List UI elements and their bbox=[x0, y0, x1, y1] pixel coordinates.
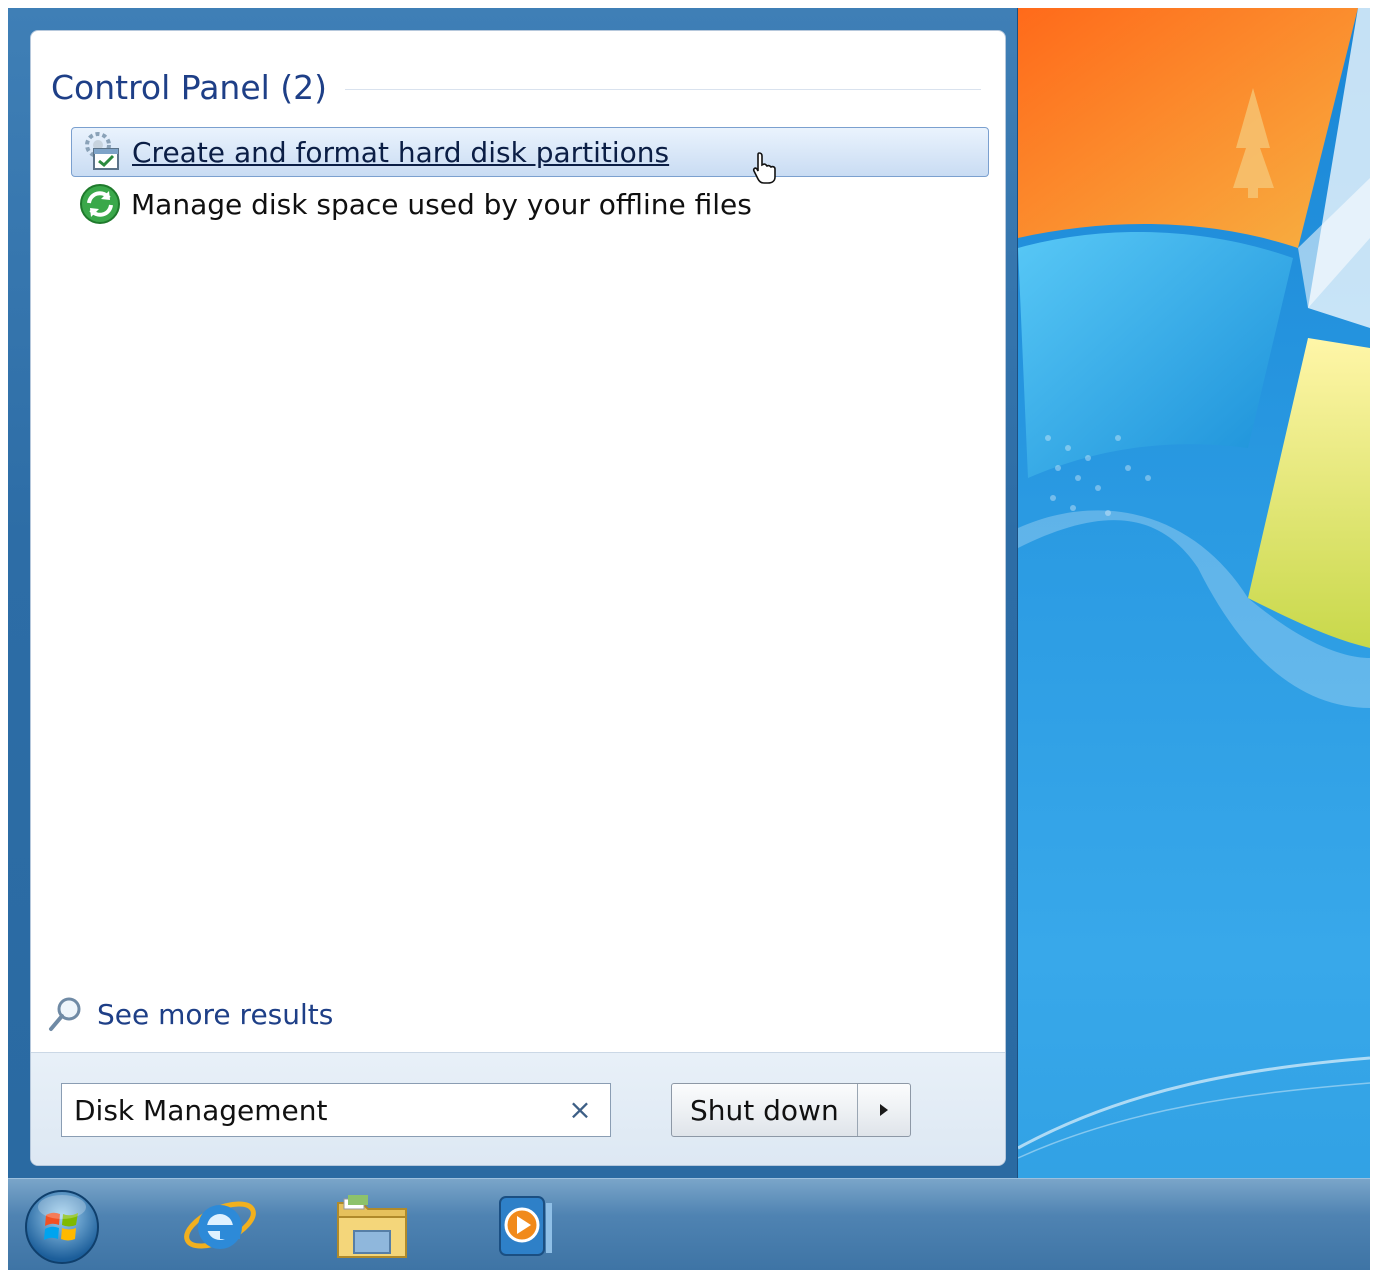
hand-cursor-icon bbox=[752, 152, 776, 184]
start-search-box[interactable]: × bbox=[61, 1083, 611, 1137]
see-more-results-link[interactable]: See more results bbox=[47, 991, 333, 1037]
group-title[interactable]: Control Panel (2) bbox=[51, 68, 327, 107]
result-create-format-partitions[interactable]: Create and format hard disk partitions bbox=[71, 127, 989, 177]
result-label: Manage disk space used by your offline f… bbox=[131, 187, 752, 221]
see-more-label: See more results bbox=[97, 997, 334, 1031]
windows-media-player-icon[interactable] bbox=[486, 1185, 566, 1265]
arrow-right-icon bbox=[879, 1104, 888, 1116]
start-search-input[interactable] bbox=[74, 1093, 544, 1127]
control-panel-group-header: Control Panel (2) bbox=[51, 65, 981, 109]
group-divider bbox=[345, 88, 981, 90]
disk-management-icon bbox=[85, 132, 119, 170]
shutdown-button-group: Shut down bbox=[671, 1083, 911, 1137]
taskbar bbox=[8, 1178, 1370, 1270]
result-label: Create and format hard disk partitions bbox=[132, 135, 670, 169]
start-menu-bottom-bar: × Shut down bbox=[31, 1052, 1005, 1165]
clear-search-icon[interactable]: × bbox=[566, 1096, 594, 1124]
sync-center-icon bbox=[80, 184, 120, 224]
shutdown-options-button[interactable] bbox=[858, 1084, 910, 1136]
result-manage-offline-files[interactable]: Manage disk space used by your offline f… bbox=[71, 179, 989, 229]
start-menu-results-panel: Control Panel (2) Create and format hard… bbox=[30, 30, 1006, 1166]
windows-explorer-icon[interactable] bbox=[332, 1185, 412, 1265]
start-menu: Control Panel (2) Create and format hard… bbox=[8, 8, 1018, 1178]
start-orb[interactable] bbox=[22, 1185, 102, 1265]
internet-explorer-icon[interactable] bbox=[180, 1185, 260, 1265]
search-icon bbox=[49, 997, 81, 1031]
shut-down-button[interactable]: Shut down bbox=[672, 1084, 858, 1136]
